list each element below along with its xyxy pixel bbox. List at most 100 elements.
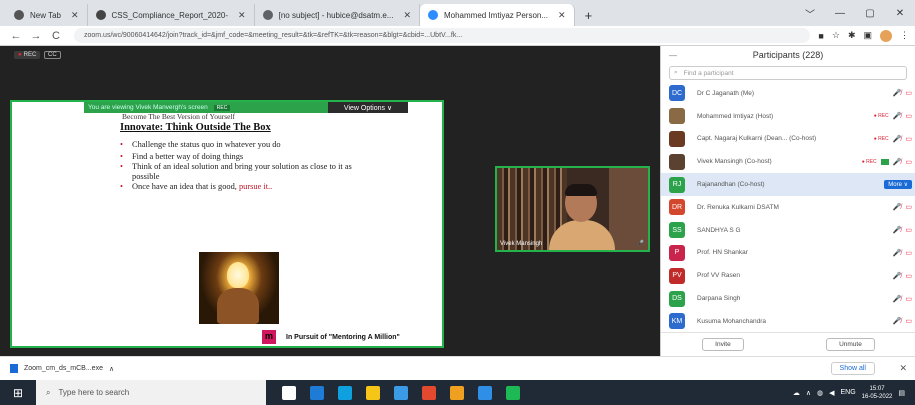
speaker-hair <box>565 184 597 196</box>
volume-icon[interactable]: ◀ <box>829 389 834 397</box>
captions-button[interactable]: CC <box>44 51 61 59</box>
puzzle-icon[interactable]: ✱ <box>848 30 856 41</box>
tab-new-tab[interactable]: New Tab ✕ <box>6 4 88 26</box>
close-icon[interactable]: ✕ <box>899 363 907 374</box>
tab-zoom-meeting[interactable]: Mohammed Imtiyaz Person... ✕ <box>419 4 575 26</box>
chevron-up-icon[interactable]: ∧ <box>109 365 114 373</box>
avatar <box>669 108 685 125</box>
participant-row[interactable]: SS SANDHYA S G 🎤̸ ▭ <box>661 219 915 242</box>
taskbar-app-icon[interactable] <box>338 385 352 400</box>
participant-row[interactable]: Vivek Mansingh (Co-host) ● REC 🎤̸ ▭ <box>661 150 915 173</box>
weather-icon[interactable]: ☁ <box>793 389 800 397</box>
participant-row[interactable]: DS Darpana Singh 🎤̸ ▭ <box>661 287 915 310</box>
search-icon: ⌕ <box>46 387 51 397</box>
participant-search-input[interactable]: ⌕ Find a participant <box>669 66 907 80</box>
collapse-icon[interactable]: — <box>669 51 677 60</box>
taskbar-app-icon[interactable] <box>310 385 324 400</box>
slide-title: Innovate: Think Outside The Box <box>120 122 271 133</box>
download-filename: Zoom_cm_ds_mCB...exe <box>24 365 103 372</box>
close-window-button[interactable]: ✕ <box>885 8 915 19</box>
tab-mail[interactable]: [no subject] - hubice@dsatm.e... ✕ <box>255 4 420 26</box>
language-indicator[interactable]: ENG <box>841 389 856 396</box>
menu-icon[interactable]: ⋮ <box>900 30 909 41</box>
avatar[interactable] <box>880 29 892 42</box>
participant-status: More ∨ <box>884 180 912 190</box>
close-icon[interactable]: ✕ <box>238 10 246 21</box>
participant-name: Prof VV Rasen <box>697 272 740 280</box>
muted-mic-icon: 🎤̸ <box>892 204 902 212</box>
chevron-up-icon[interactable]: ∧ <box>806 389 811 397</box>
download-bar: Zoom_cm_ds_mCB...exe ∧ Show all ✕ <box>0 356 915 380</box>
avatar: DC <box>669 85 685 102</box>
viewing-badge: REC <box>213 104 231 111</box>
speaker-image <box>549 184 615 250</box>
participant-row[interactable]: PV Prof VV Rasen 🎤̸ ▭ <box>661 264 915 287</box>
video-name-label: Vivek Mansingh <box>500 241 543 247</box>
taskbar-search-input[interactable]: ⌕ Type here to search <box>36 380 266 405</box>
bookmark-star-icon[interactable]: ☆ <box>832 30 840 41</box>
clock-date: 16-05-2022 <box>861 393 893 400</box>
taskbar-app-icon[interactable] <box>422 385 436 400</box>
participant-video[interactable]: Vivek Mansingh 🎤 <box>495 166 650 252</box>
close-icon[interactable]: ✕ <box>71 10 79 21</box>
participant-row[interactable]: DC Dr C Jaganath (Me) 🎤̸ ▭ <box>661 82 915 105</box>
participant-row[interactable]: KM Kusuma Mohanchandra 🎤̸ ▭ <box>661 310 915 330</box>
maximize-button[interactable]: ▢ <box>855 8 885 19</box>
participant-row[interactable]: DR Dr. Renuka Kulkarni DSATM 🎤̸ ▭ <box>661 196 915 219</box>
forward-icon[interactable]: → <box>26 30 46 42</box>
bullet-item: Think of an ideal solution and bring you… <box>120 162 356 182</box>
close-icon[interactable]: ✕ <box>403 10 411 21</box>
video-off-icon: ▭ <box>905 158 912 166</box>
notification-icon[interactable]: ▤ <box>898 389 905 397</box>
search-icon: ⌕ <box>674 69 678 76</box>
invite-button[interactable]: Invite <box>702 338 744 351</box>
lightbulb-image <box>199 252 279 324</box>
participant-row[interactable]: Capt. Nagaraj Kulkarni (Dean... (Co-host… <box>661 128 915 151</box>
taskbar-app-icon[interactable] <box>282 385 296 400</box>
back-icon[interactable]: ← <box>6 30 26 42</box>
network-icon[interactable]: ◍ <box>817 389 823 397</box>
muted-mic-icon: 🎤̸ <box>892 249 902 257</box>
download-item[interactable]: Zoom_cm_ds_mCB...exe ∧ <box>10 364 114 373</box>
hand-image <box>217 288 259 324</box>
slide-footer: In Pursuit of "Mentoring A Million" <box>286 334 400 341</box>
participant-list: DC Dr C Jaganath (Me) 🎤̸ ▭ Mohammed Imtiyaz … <box>661 82 915 330</box>
taskbar-search-placeholder: Type here to search <box>58 388 130 397</box>
globe-icon <box>95 10 106 20</box>
video-off-icon: ▭ <box>905 204 912 212</box>
participant-row[interactable]: P Prof. HN Shankar 🎤̸ ▭ <box>661 242 915 265</box>
zoom-icon <box>427 10 438 20</box>
participant-row[interactable]: Mohammed Imtiyaz (Host) ● REC 🎤̸ ▭ <box>661 105 915 128</box>
clock[interactable]: 15:07 16-05-2022 <box>862 385 893 401</box>
taskbar-app-icon[interactable] <box>506 385 520 400</box>
extension-icon[interactable]: ■ <box>818 31 823 41</box>
reload-icon[interactable]: C <box>46 30 66 42</box>
participant-name: Dr. Renuka Kulkarni DSATM <box>697 203 779 211</box>
taskbar-app-icon[interactable] <box>394 385 408 400</box>
avatar: DS <box>669 290 685 307</box>
taskbar-app-icon[interactable] <box>478 385 492 400</box>
slide-bullets: Challenge the status quo in whatever you… <box>120 140 356 192</box>
participant-name: Rajanandhan (Co-host) <box>697 181 765 189</box>
sidepanel-icon[interactable]: ▣ <box>863 30 872 41</box>
participant-status: 🎤̸ ▭ <box>893 226 912 234</box>
taskbar-apps <box>266 385 520 400</box>
tab-search-icon[interactable]: ﹀ <box>795 6 825 21</box>
participant-row[interactable]: RJ Rajanandhan (Co-host) More ∨ <box>661 173 915 196</box>
url-field[interactable]: zoom.us/wc/90060414642/join?track_id=&jm… <box>74 28 811 43</box>
unmute-button[interactable]: Unmute <box>826 338 875 351</box>
close-icon[interactable]: ✕ <box>558 10 566 21</box>
participant-name: Dr C Jaganath (Me) <box>697 89 755 97</box>
recording-icon: ● REC <box>873 135 889 142</box>
tab-compliance-report[interactable]: CSS_Compliance_Report_2020- ✕ <box>88 4 255 26</box>
participants-panel: — Participants (228) ⌕ Find a participan… <box>660 46 915 356</box>
participants-footer: Invite Unmute <box>661 332 915 356</box>
show-all-button[interactable]: Show all <box>830 362 875 375</box>
taskbar-app-icon[interactable] <box>450 385 464 400</box>
view-options-button[interactable]: View Options ∨ <box>328 102 408 113</box>
taskbar-app-icon[interactable] <box>366 385 380 400</box>
minimize-button[interactable]: — <box>825 8 855 19</box>
windows-start-icon[interactable]: ⊞ <box>0 386 36 400</box>
new-tab-button[interactable]: + <box>575 4 603 26</box>
more-button[interactable]: More ∨ <box>884 180 912 190</box>
